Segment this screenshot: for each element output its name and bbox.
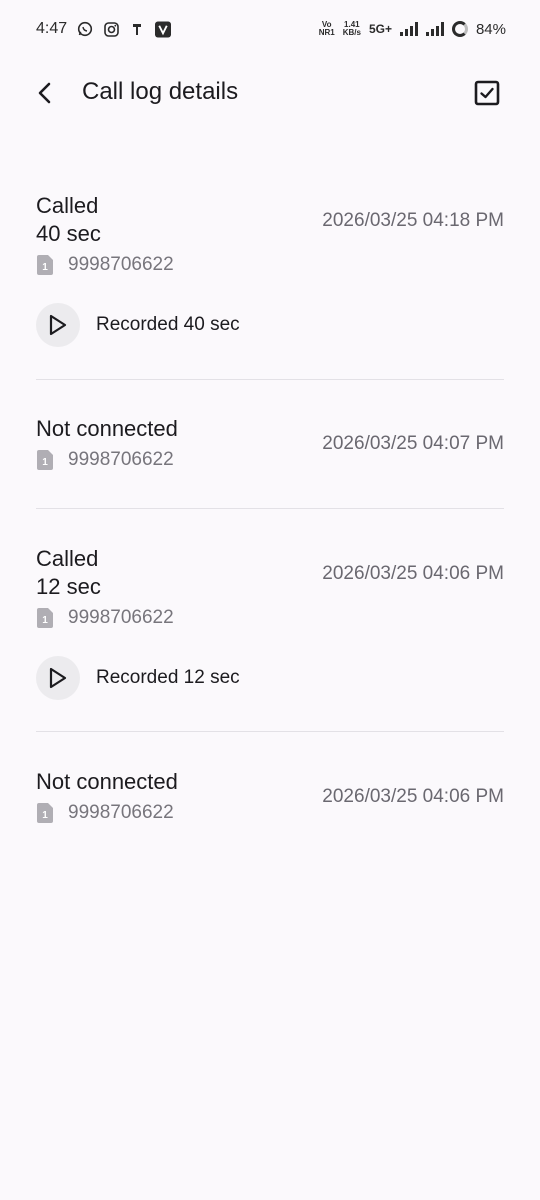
whatsapp-icon [77, 21, 93, 37]
clock: 4:47 [36, 20, 68, 37]
phone-number: 9998706622 [68, 607, 174, 628]
page-title: Call log details [82, 78, 239, 105]
select-button[interactable] [472, 78, 502, 108]
number-row: 1 9998706622 [36, 607, 504, 629]
signal-2-icon [425, 22, 444, 36]
back-button[interactable] [30, 78, 60, 108]
recording-label: Recorded 12 sec [96, 667, 240, 688]
call-datetime: 2026/03/25 04:06 PM [322, 563, 504, 584]
svg-text:1: 1 [42, 810, 48, 821]
usb-icon [129, 21, 145, 37]
call-log-entry[interactable]: Called 40 sec 2026/03/25 04:18 PM 1 9998… [36, 192, 504, 362]
phone-number: 9998706622 [68, 802, 174, 823]
network-speed: 1.41 KB/s [343, 21, 361, 37]
call-log-entry[interactable]: Not connected 2026/03/25 04:06 PM 1 9998… [36, 768, 504, 838]
call-datetime: 2026/03/25 04:07 PM [322, 433, 504, 454]
recording-label: Recorded 40 sec [96, 314, 240, 335]
number-row: 1 9998706622 [36, 254, 504, 276]
svg-text:1: 1 [42, 615, 48, 626]
call-log-entry[interactable]: Called 12 sec 2026/03/25 04:06 PM 1 9998… [36, 545, 504, 715]
call-datetime: 2026/03/25 04:06 PM [322, 786, 504, 807]
call-datetime: 2026/03/25 04:18 PM [322, 210, 504, 231]
battery-icon [451, 21, 468, 37]
svg-text:1: 1 [42, 262, 48, 273]
sim-1-icon: 1 [36, 803, 54, 823]
app-bar: Call log details [0, 60, 540, 126]
play-icon [49, 667, 67, 689]
network-type: 5G+ [368, 22, 392, 36]
back-arrow-icon [38, 82, 51, 104]
status-bar-left: 4:47 [36, 20, 172, 38]
network-speed-unit: KB/s [342, 28, 361, 37]
play-icon [49, 314, 67, 336]
svg-text:1: 1 [42, 457, 48, 468]
play-button[interactable] [36, 656, 80, 700]
sim-1-icon: 1 [36, 255, 54, 275]
phone-number: 9998706622 [68, 449, 174, 470]
checkbox-icon [474, 80, 500, 106]
phone-number: 9998706622 [68, 254, 174, 275]
play-button[interactable] [36, 303, 80, 347]
app-v-icon [155, 21, 172, 37]
divider [36, 379, 504, 380]
instagram-icon [103, 21, 119, 37]
battery-percent: 84% [475, 20, 506, 38]
sim-1-icon: 1 [36, 450, 54, 470]
signal-icon [399, 22, 418, 36]
volte-bottom: NR1 [318, 28, 335, 37]
status-bar-right: Vo NR1 1.41 KB/s 5G+ 84% [319, 21, 506, 38]
recording-row[interactable]: Recorded 40 sec [36, 303, 504, 347]
status-bar: 4:47 Vo NR1 1.41 KB/s 5G+ 84% [0, 0, 540, 58]
call-log-entry[interactable]: Not connected 2026/03/25 04:07 PM 1 9998… [36, 415, 504, 485]
divider [36, 508, 504, 509]
recording-row[interactable]: Recorded 12 sec [36, 656, 504, 700]
divider [36, 731, 504, 732]
volte-indicator: Vo NR1 [319, 21, 335, 37]
sim-1-icon: 1 [36, 608, 54, 628]
